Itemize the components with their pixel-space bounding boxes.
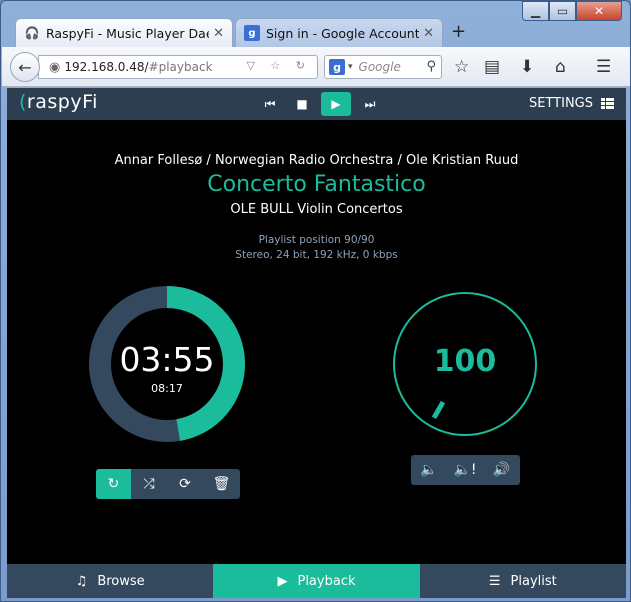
search-icon[interactable]: ⚲ bbox=[426, 59, 436, 74]
browser-window: ▁ ▭ ✕ 🎧 RaspyFi - Music Player Dae... ✕ … bbox=[0, 0, 631, 602]
playback-options: ↻ ⤮ ⟳ 🗑 bbox=[96, 469, 240, 499]
tab-title: RaspyFi - Music Player Dae... bbox=[46, 25, 210, 41]
nav-playlist-label: Playlist bbox=[510, 573, 557, 589]
home-icon[interactable]: ⌂ bbox=[555, 57, 566, 77]
repeat-button[interactable]: ↻ bbox=[96, 469, 131, 499]
audio-format: Stereo, 24 bit, 192 kHz, 0 kbps bbox=[235, 249, 398, 261]
close-window-button[interactable]: ✕ bbox=[576, 1, 622, 21]
minimize-button[interactable]: ▁ bbox=[522, 1, 549, 21]
music-icon: ♫ bbox=[75, 573, 88, 589]
raspyfi-logo[interactable]: (raspyFi bbox=[19, 91, 98, 113]
tab-strip: ▁ ▭ ✕ 🎧 RaspyFi - Music Player Dae... ✕ … bbox=[1, 1, 631, 47]
refresh-icon: ⟳ bbox=[179, 476, 191, 492]
track-title: Concerto Fantastico bbox=[207, 172, 426, 197]
close-tab-icon[interactable]: ✕ bbox=[423, 26, 434, 41]
stop-icon: ■ bbox=[296, 97, 308, 111]
elapsed-time: 03:55 bbox=[119, 340, 215, 379]
bottom-navigation: ♫ Browse ▶ Playback ☰ Playlist bbox=[7, 564, 626, 598]
time-knob[interactable]: 03:55 08:17 bbox=[85, 282, 249, 446]
volume-down-icon: 🔈 bbox=[420, 462, 438, 478]
new-tab-button[interactable]: + bbox=[451, 21, 466, 42]
transport-controls: ⏮ ■ ▶ ⏭ bbox=[257, 92, 383, 116]
settings-label: SETTINGS bbox=[528, 96, 593, 111]
track-artist: Annar Follesø / Norwegian Radio Orchestr… bbox=[114, 153, 519, 168]
close-tab-icon[interactable]: ✕ bbox=[213, 26, 224, 41]
track-album: OLE BULL Violin Concertos bbox=[230, 202, 403, 217]
volume-down-button[interactable]: 🔈 bbox=[411, 455, 447, 485]
menu-icon[interactable]: ☰ bbox=[596, 57, 611, 77]
navigation-bar: ◉ 192.168.0.48/#playback ▽ ☆ ↻ ← g ▾ Goo… bbox=[2, 47, 630, 87]
mute-icon: 🔈! bbox=[453, 462, 477, 478]
nav-browse[interactable]: ♫ Browse bbox=[7, 564, 214, 598]
play-icon: ▶ bbox=[331, 97, 341, 111]
search-input[interactable]: g ▾ Google ⚲ bbox=[324, 55, 442, 79]
shuffle-icon: ⤮ bbox=[143, 476, 155, 492]
previous-button[interactable]: ⏮ bbox=[257, 92, 283, 116]
stop-button[interactable]: ■ bbox=[289, 92, 315, 116]
play-icon: ▶ bbox=[277, 573, 288, 589]
headphones-logo-icon: ( bbox=[19, 91, 27, 113]
nav-playback-label: Playback bbox=[297, 573, 356, 589]
volume-pointer bbox=[431, 400, 446, 419]
nav-playlist[interactable]: ☰ Playlist bbox=[419, 564, 626, 598]
clear-playlist-button[interactable]: 🗑 bbox=[203, 469, 240, 499]
url-host: 192.168.0.48/ bbox=[64, 60, 149, 74]
nav-browse-label: Browse bbox=[97, 573, 145, 589]
tab-title: Sign in - Google Accounts bbox=[266, 25, 420, 41]
globe-icon: ◉ bbox=[49, 59, 61, 75]
bookmark-star-icon[interactable]: ☆ bbox=[454, 57, 469, 77]
arrow-left-icon: ← bbox=[18, 57, 32, 77]
app-topbar: (raspyFi ⏮ ■ ▶ ⏭ SETTINGS bbox=[7, 88, 626, 120]
mute-button[interactable]: 🔈! bbox=[447, 455, 483, 485]
playlist-position: Playlist position 90/90 bbox=[258, 234, 375, 246]
google-search-icon[interactable]: g bbox=[329, 59, 345, 75]
play-button[interactable]: ▶ bbox=[321, 92, 351, 116]
raspyfi-app: (raspyFi ⏮ ■ ▶ ⏭ SETTINGS Annar Follesø … bbox=[7, 88, 626, 598]
volume-up-icon: 🔊 bbox=[492, 462, 511, 478]
volume-controls: 🔈 🔈! 🔊 bbox=[411, 455, 520, 485]
skip-back-icon: ⏮ bbox=[264, 96, 276, 111]
bookmarks-list-icon[interactable]: ▤ bbox=[484, 57, 500, 77]
repeat-icon: ↻ bbox=[107, 476, 120, 492]
download-icon[interactable]: ⬇ bbox=[520, 57, 534, 77]
address-bar[interactable]: ◉ 192.168.0.48/#playback ▽ ☆ ↻ bbox=[38, 55, 318, 79]
chevron-down-icon[interactable]: ▾ bbox=[348, 62, 353, 72]
headphones-icon: 🎧 bbox=[24, 26, 40, 40]
google-icon: g bbox=[244, 25, 260, 41]
tab-raspyfi[interactable]: 🎧 RaspyFi - Music Player Dae... ✕ bbox=[15, 18, 233, 47]
trash-icon: 🗑 bbox=[212, 476, 231, 492]
next-button[interactable]: ⏭ bbox=[357, 92, 383, 116]
tab-google-sign-in[interactable]: g Sign in - Google Accounts ✕ bbox=[235, 18, 443, 47]
skip-forward-icon: ⏭ bbox=[364, 96, 376, 111]
logo-text: raspyFi bbox=[26, 91, 98, 113]
nav-playback[interactable]: ▶ Playback bbox=[213, 564, 420, 598]
url-dropdown-icon[interactable]: ▽ ☆ ↻ bbox=[246, 59, 311, 72]
url-path: #playback bbox=[148, 60, 213, 74]
refresh-button[interactable]: ⟳ bbox=[167, 469, 203, 499]
list-icon: ☰ bbox=[488, 573, 501, 589]
volume-knob[interactable]: 100 bbox=[392, 291, 538, 437]
list-grid-icon bbox=[601, 98, 614, 109]
back-button[interactable]: ← bbox=[10, 52, 40, 82]
search-placeholder: Google bbox=[358, 60, 401, 74]
total-time: 08:17 bbox=[151, 382, 183, 395]
maximize-button[interactable]: ▭ bbox=[549, 1, 576, 21]
volume-up-button[interactable]: 🔊 bbox=[483, 455, 520, 485]
volume-value: 100 bbox=[433, 344, 497, 379]
window-controls: ▁ ▭ ✕ bbox=[522, 1, 622, 21]
settings-button[interactable]: SETTINGS bbox=[529, 96, 614, 111]
shuffle-button[interactable]: ⤮ bbox=[131, 469, 167, 499]
